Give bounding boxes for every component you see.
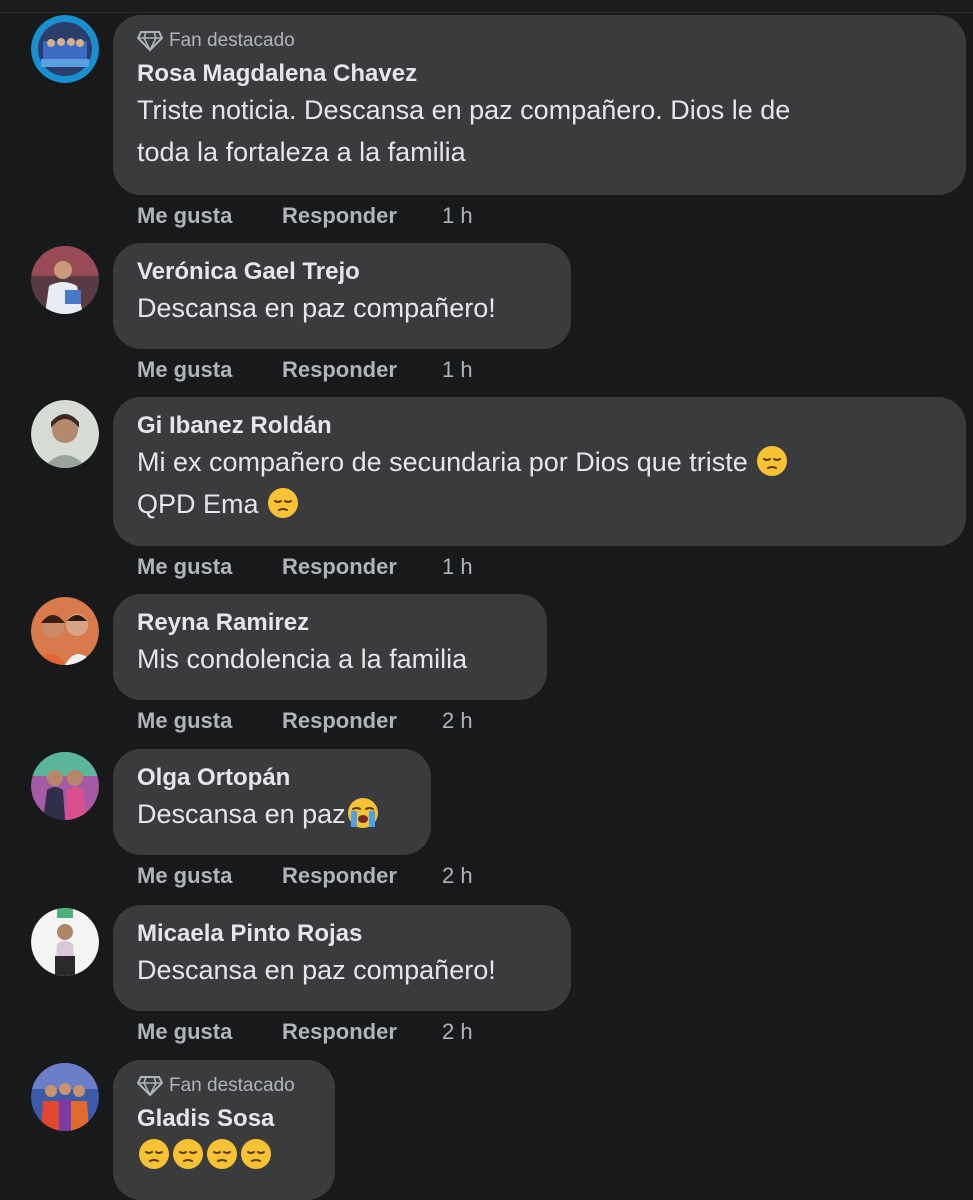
comment-line-text: Descansa en paz [137,799,346,829]
avatar[interactable] [31,597,99,665]
diamond-icon [137,1076,163,1097]
like-button[interactable]: Me gusta [137,202,282,230]
comments-list: Fan destacado Rosa Magdalena Chavez Tris… [0,0,973,1200]
comment-timestamp[interactable]: 1 h [442,202,473,230]
comment-bubble: Gi Ibanez Roldán Mi ex compañero de secu… [113,397,966,546]
pensive-face-emoji [207,1139,237,1169]
comment-bubble: Micaela Pinto Rojas Descansa en paz comp… [113,905,571,1011]
like-button[interactable]: Me gusta [137,862,282,890]
comment-author[interactable]: Reyna Ramirez [137,608,523,638]
comment-line: Triste noticia. Descansa en paz compañer… [137,95,791,125]
comment-actions: Me gusta Responder 2 h [137,862,473,890]
comment-line: Mi ex compañero de secundaria por Dios q… [137,441,942,483]
comment-line-text: QPD Ema [137,489,259,519]
comment-bubble: Verónica Gael Trejo Descansa en paz comp… [113,243,571,349]
avatar[interactable] [31,752,99,820]
comment-author[interactable]: Verónica Gael Trejo [137,257,547,287]
fan-badge-label: Fan destacado [169,1075,295,1096]
diamond-icon [137,31,163,52]
comment-author[interactable]: Micaela Pinto Rojas [137,919,547,949]
comment-actions: Me gusta Responder 1 h [137,356,473,384]
reply-button[interactable]: Responder [282,356,442,384]
like-button[interactable]: Me gusta [137,707,282,735]
comment-line: Descansa en paz compañero! [137,955,496,985]
comment-text [137,1134,311,1176]
reply-button[interactable]: Responder [282,862,442,890]
avatar[interactable] [31,908,99,976]
comment-text: Descansa en paz [137,793,407,835]
comment-actions: Me gusta Responder 1 h [137,553,473,581]
comment-timestamp[interactable]: 1 h [442,356,473,384]
comment-actions: Me gusta Responder 2 h [137,707,473,735]
comment-line: toda la fortaleza a la familia [137,137,466,167]
comment-actions: Me gusta Responder 2 h [137,1018,473,1046]
comment-author[interactable]: Gladis Sosa [137,1104,311,1134]
comment-line: Mis condolencia a la familia [137,644,468,674]
comment-line: QPD Ema [137,483,942,525]
fan-badge: Fan destacado [137,1074,311,1098]
like-button[interactable]: Me gusta [137,1018,282,1046]
comment-text: Descansa en paz compañero! [137,287,547,329]
pensive-face-emoji [139,1139,169,1169]
comment-bubble: Olga Ortopán Descansa en paz [113,749,431,855]
pensive-face-emoji [757,446,788,476]
comment-author[interactable]: Gi Ibanez Roldán [137,411,942,441]
comment-text: Triste noticia. Descansa en paz compañer… [137,89,942,173]
avatar[interactable] [31,1063,99,1131]
pensive-face-emoji [268,488,299,518]
comment-line: Descansa en paz [137,793,407,835]
avatar[interactable] [31,400,99,468]
reply-button[interactable]: Responder [282,202,442,230]
pensive-face-emoji [173,1139,203,1169]
comment-text: Mis condolencia a la familia [137,638,523,680]
avatar[interactable] [31,15,99,83]
comment-text: Descansa en paz compañero! [137,949,547,991]
comment-bubble: Reyna Ramirez Mis condolencia a la famil… [113,594,547,700]
comment-bubble: Fan destacado Rosa Magdalena Chavez Tris… [113,15,966,195]
comment-timestamp[interactable]: 2 h [442,862,473,890]
comment-timestamp[interactable]: 2 h [442,707,473,735]
loudly-crying-face-emoji [347,798,378,828]
reply-button[interactable]: Responder [282,707,442,735]
comment-author[interactable]: Rosa Magdalena Chavez [137,59,942,89]
reply-button[interactable]: Responder [282,553,442,581]
comment-timestamp[interactable]: 2 h [442,1018,473,1046]
comment-line-text: Mi ex compañero de secundaria por Dios q… [137,447,748,477]
pensive-face-emoji [241,1139,271,1169]
comment-bubble: Fan destacado Gladis Sosa [113,1060,335,1200]
like-button[interactable]: Me gusta [137,356,282,384]
comment-line: Descansa en paz compañero! [137,293,496,323]
reply-button[interactable]: Responder [282,1018,442,1046]
comment-author[interactable]: Olga Ortopán [137,763,407,793]
fan-badge: Fan destacado [137,29,942,53]
comment-actions: Me gusta Responder 1 h [137,202,473,230]
avatar[interactable] [31,246,99,314]
fan-badge-label: Fan destacado [169,30,295,51]
comment-line [137,1134,311,1176]
comment-text: Mi ex compañero de secundaria por Dios q… [137,441,942,525]
comment-timestamp[interactable]: 1 h [442,553,473,581]
like-button[interactable]: Me gusta [137,553,282,581]
